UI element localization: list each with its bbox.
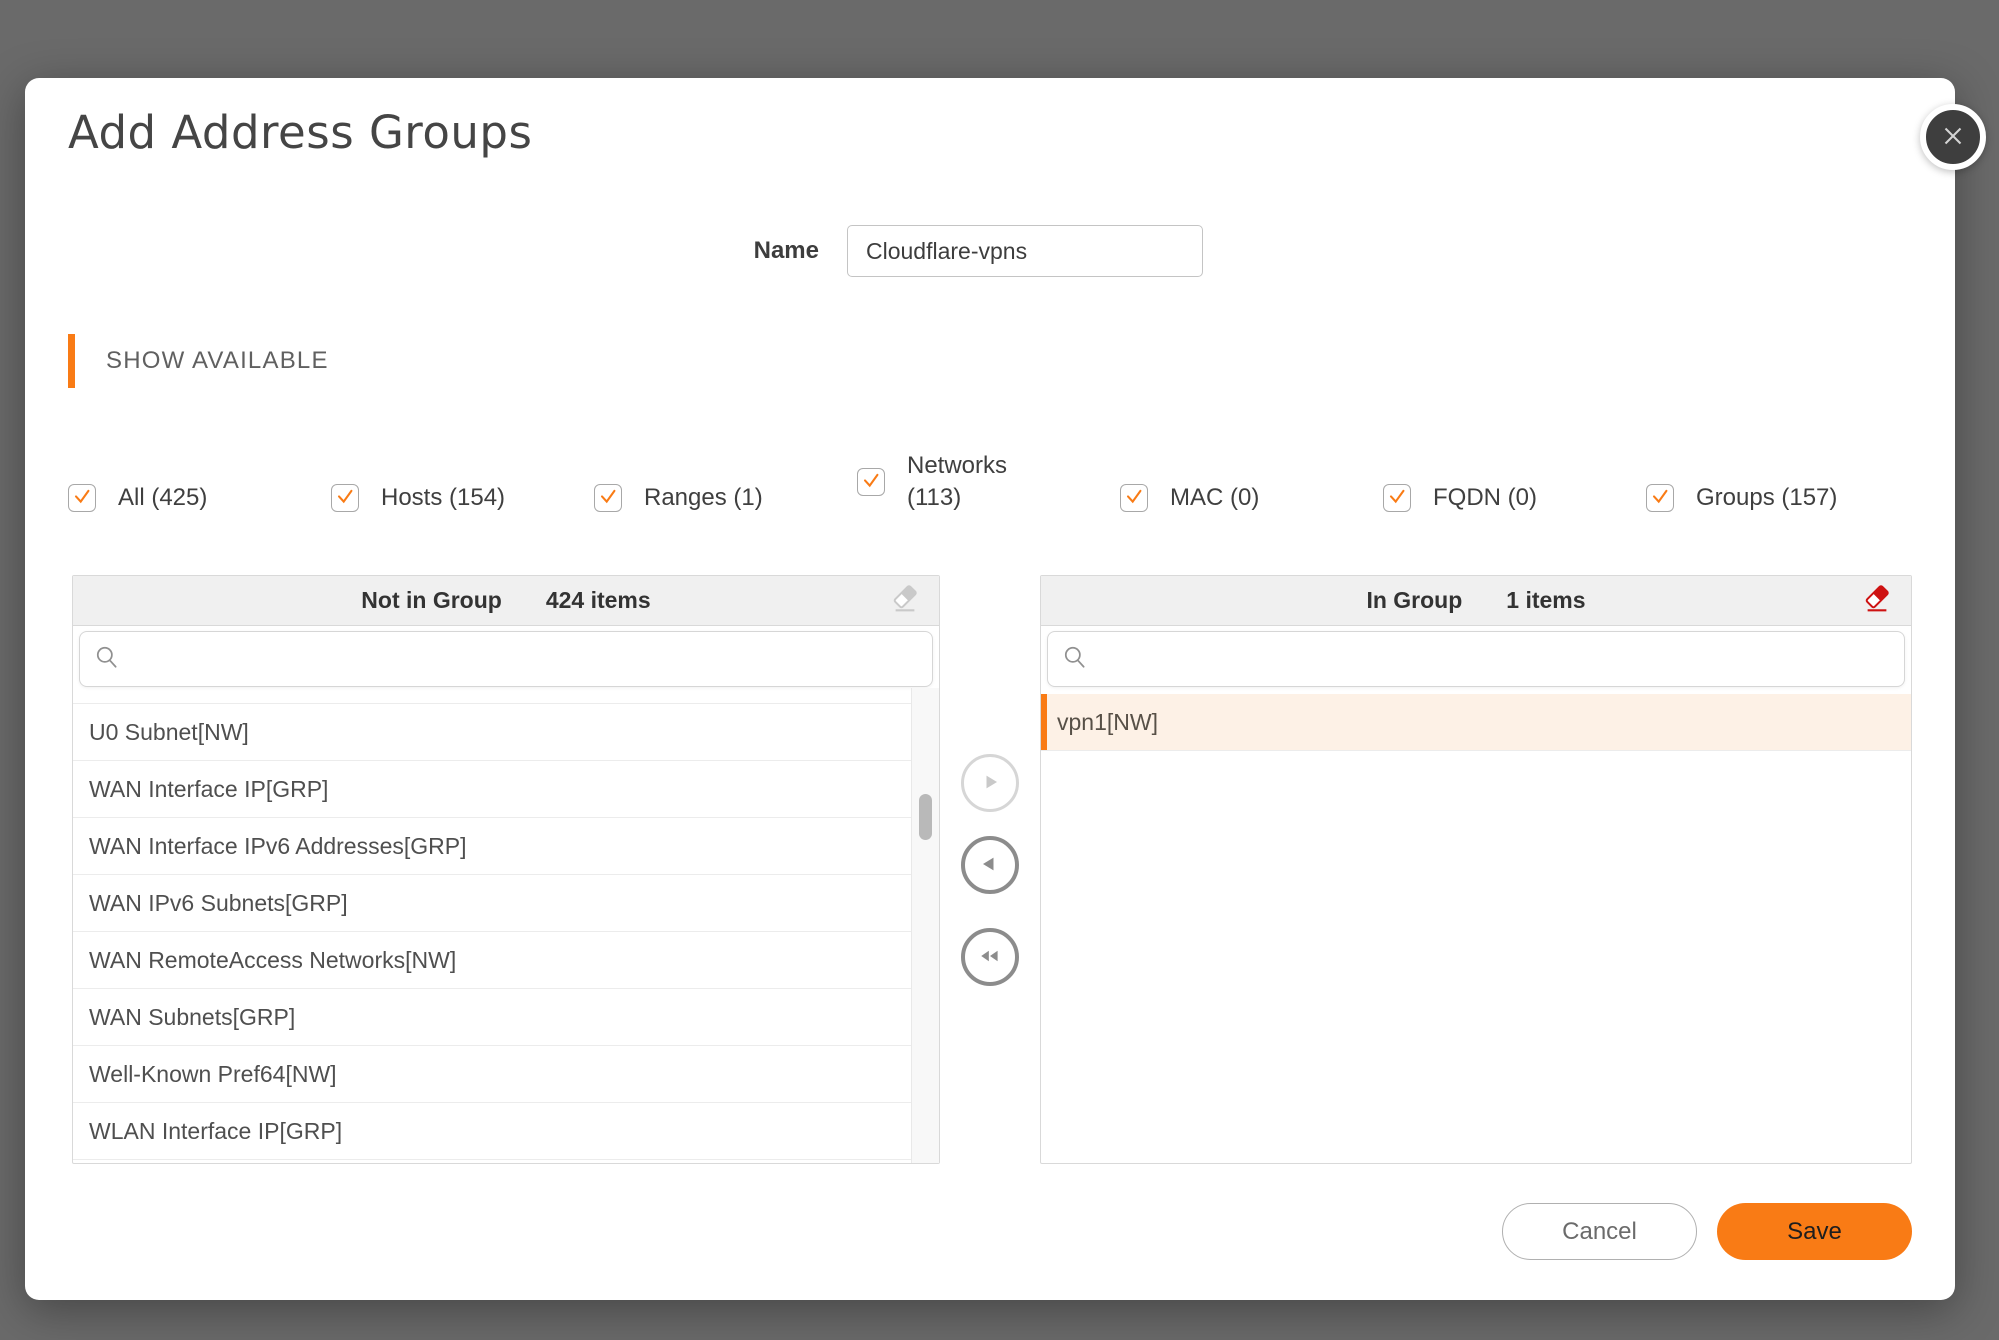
- filter-item-ranges: Ranges (1): [594, 482, 857, 514]
- panel-title: In Group: [1366, 587, 1462, 614]
- clear-list-button[interactable]: [887, 583, 923, 619]
- cancel-button[interactable]: Cancel: [1502, 1203, 1697, 1260]
- search-icon: [94, 644, 120, 675]
- name-label: Name: [737, 237, 819, 265]
- add-address-groups-dialog: Add Address Groups Name SHOW AVAILABLE A…: [25, 78, 1955, 1300]
- checkbox-check-icon: [1122, 484, 1146, 511]
- filter-item-groups: Groups (157): [1646, 482, 1837, 514]
- close-button[interactable]: [1920, 104, 1986, 170]
- list-item-label: vpn1[NW]: [1057, 709, 1158, 736]
- list-item[interactable]: vpn1[NW]: [1041, 694, 1911, 751]
- partial-row: [73, 692, 939, 704]
- clear-list-button[interactable]: [1859, 583, 1895, 619]
- checkbox-fqdn[interactable]: [1383, 484, 1411, 512]
- save-button[interactable]: Save: [1717, 1203, 1912, 1260]
- checkbox-check-icon: [1648, 484, 1672, 511]
- eraser-icon: [890, 584, 920, 617]
- list-item[interactable]: U0 Subnet[NW]: [73, 704, 939, 761]
- list-item-label: WAN Subnets[GRP]: [89, 1004, 295, 1031]
- filter-item-networks: Networks (113): [857, 450, 1120, 513]
- panel-in-group: In Group 1 items: [1040, 575, 1912, 1164]
- search-input[interactable]: [130, 635, 918, 684]
- filter-row: All (425) Hosts (154) Ranges (1) Network…: [68, 450, 1925, 513]
- list-item-label: WAN IPv6 Subnets[GRP]: [89, 890, 348, 917]
- name-input[interactable]: [847, 225, 1203, 277]
- panel-title: Not in Group: [361, 587, 502, 614]
- checkbox-check-icon: [333, 484, 357, 511]
- panel-count: 424 items: [546, 587, 651, 614]
- scrollbar-track[interactable]: [911, 688, 939, 1163]
- search-icon: [1062, 644, 1088, 675]
- name-field-row: Name: [737, 225, 1203, 277]
- move-right-button[interactable]: [961, 754, 1019, 812]
- filter-label: All (425): [118, 482, 207, 514]
- panel-count: 1 items: [1506, 587, 1585, 614]
- checkbox-hosts[interactable]: [331, 484, 359, 512]
- list-item-label: WLAN Interface IP[GRP]: [89, 1118, 342, 1145]
- double-arrow-left-icon: [976, 942, 1004, 973]
- list-item-label: WAN RemoteAccess Networks[NW]: [89, 947, 456, 974]
- search-box: [1047, 631, 1905, 687]
- list-item[interactable]: WLAN Interface IP[GRP]: [73, 1103, 939, 1160]
- arrow-right-icon: [976, 768, 1004, 799]
- list-item-label: U0 Subnet[NW]: [89, 719, 249, 746]
- close-icon: [1938, 121, 1968, 154]
- scrollbar-thumb[interactable]: [919, 794, 932, 840]
- search-input[interactable]: [1098, 635, 1890, 684]
- list-item[interactable]: WAN Subnets[GRP]: [73, 989, 939, 1046]
- arrow-left-icon: [976, 850, 1004, 881]
- filter-item-mac: MAC (0): [1120, 482, 1383, 514]
- list-item[interactable]: Well-Known Pref64[NW]: [73, 1046, 939, 1103]
- list-item[interactable]: WAN IPv6 Subnets[GRP]: [73, 875, 939, 932]
- filter-label: MAC (0): [1170, 482, 1259, 514]
- filter-item-fqdn: FQDN (0): [1383, 482, 1646, 514]
- eraser-icon: [1862, 584, 1892, 617]
- filter-label: Ranges (1): [644, 482, 763, 514]
- move-all-left-button[interactable]: [961, 928, 1019, 986]
- search-box: [79, 631, 933, 687]
- checkbox-check-icon: [859, 468, 883, 495]
- list-item-label: Well-Known Pref64[NW]: [89, 1061, 337, 1088]
- filter-label: FQDN (0): [1433, 482, 1537, 514]
- filter-label: Groups (157): [1696, 482, 1837, 514]
- filter-label: Hosts (154): [381, 482, 505, 514]
- list-item[interactable]: WAN Interface IP[GRP]: [73, 761, 939, 818]
- not-in-group-list: U0 Subnet[NW] WAN Interface IP[GRP] WAN …: [73, 692, 939, 1160]
- checkbox-all[interactable]: [68, 484, 96, 512]
- checkbox-ranges[interactable]: [594, 484, 622, 512]
- checkbox-check-icon: [1385, 484, 1409, 511]
- show-available-label: SHOW AVAILABLE: [106, 347, 329, 375]
- list-item-label: WAN Interface IP[GRP]: [89, 776, 328, 803]
- checkbox-networks[interactable]: [857, 468, 885, 496]
- list-item-label: WAN Interface IPv6 Addresses[GRP]: [89, 833, 467, 860]
- in-group-list: vpn1[NW]: [1041, 692, 1911, 751]
- panel-header: Not in Group 424 items: [73, 576, 939, 626]
- accent-bar: [68, 334, 75, 388]
- filter-item-hosts: Hosts (154): [331, 482, 594, 514]
- filter-label: Networks (113): [907, 450, 1032, 513]
- move-left-button[interactable]: [961, 836, 1019, 894]
- list-item[interactable]: WAN Interface IPv6 Addresses[GRP]: [73, 818, 939, 875]
- checkbox-mac[interactable]: [1120, 484, 1148, 512]
- panel-not-in-group: Not in Group 424 items: [72, 575, 940, 1164]
- show-available-section: SHOW AVAILABLE: [68, 334, 329, 388]
- checkbox-groups[interactable]: [1646, 484, 1674, 512]
- page-title: Add Address Groups: [68, 106, 532, 159]
- filter-item-all: All (425): [68, 482, 331, 514]
- list-item[interactable]: WAN RemoteAccess Networks[NW]: [73, 932, 939, 989]
- panel-header: In Group 1 items: [1041, 576, 1911, 626]
- checkbox-check-icon: [70, 484, 94, 511]
- checkbox-check-icon: [596, 484, 620, 511]
